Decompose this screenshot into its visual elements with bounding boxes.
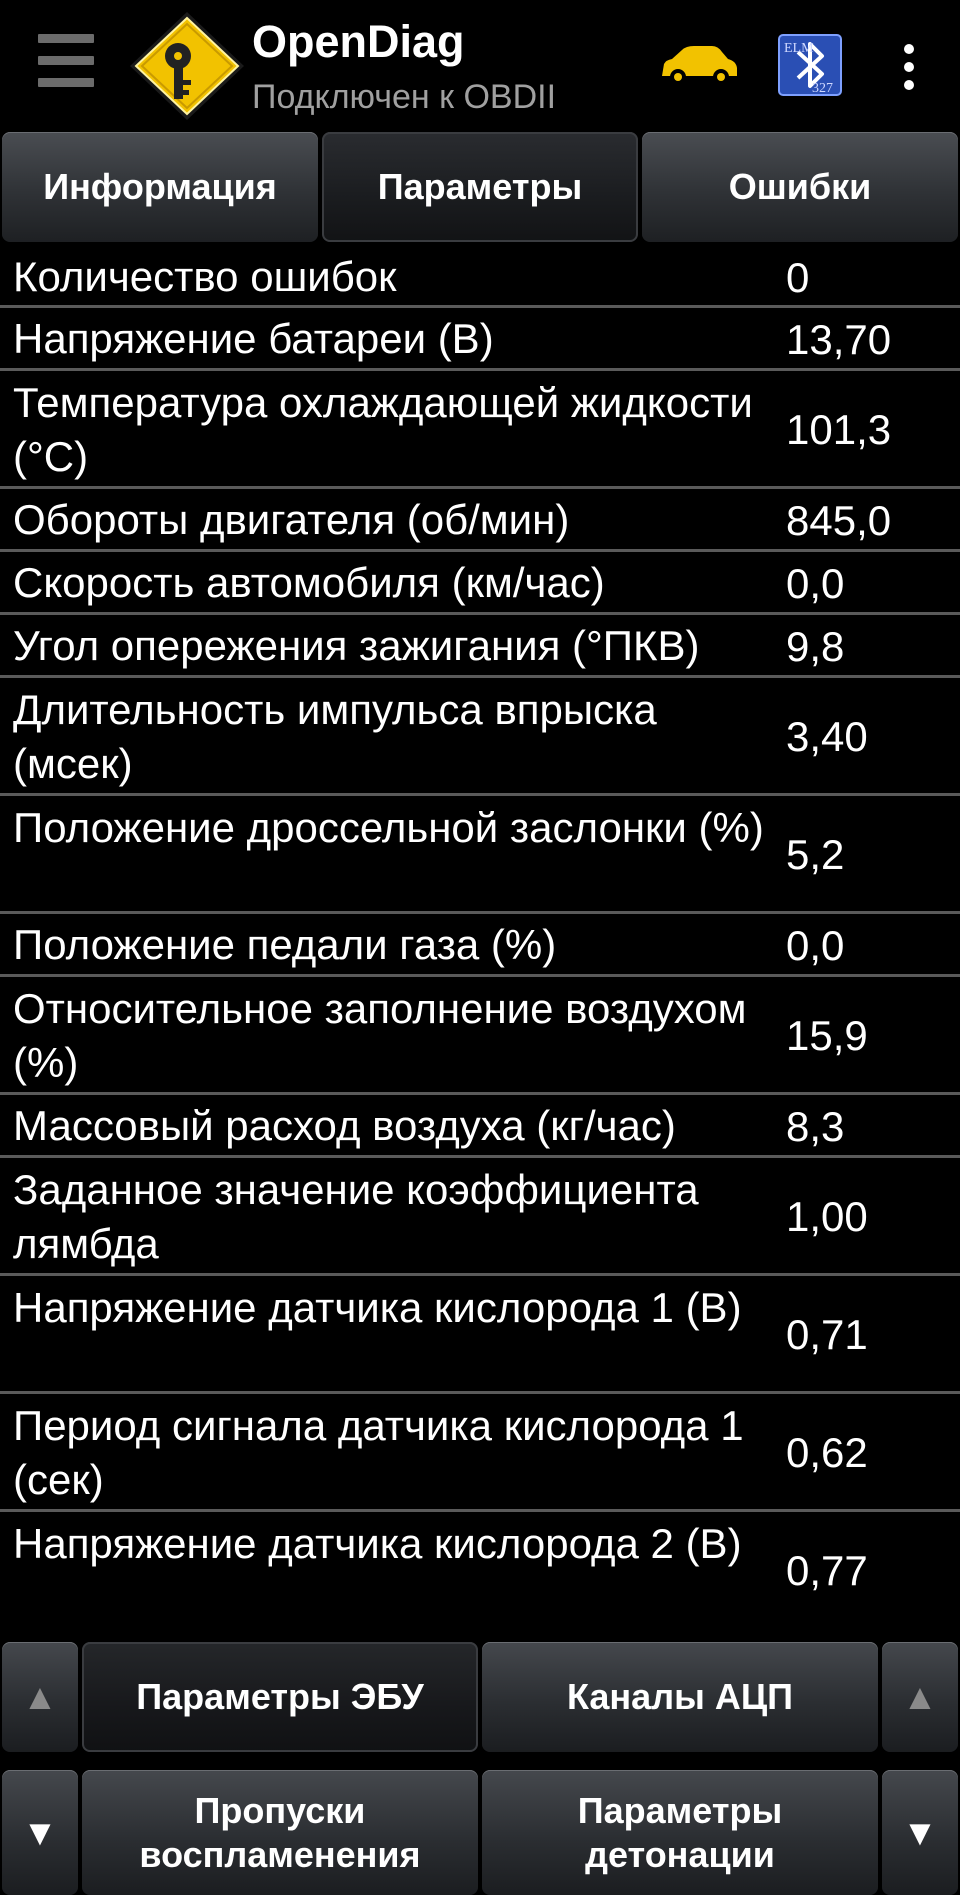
param-name: Напряжение датчика кислорода 2 (В) bbox=[13, 1520, 742, 1567]
param-value: 0,62 bbox=[786, 1429, 868, 1476]
parameter-list[interactable]: Количество ошибок 0 Напряжение батареи (… bbox=[0, 246, 960, 1630]
param-name: Длительность импульса впрыска (мсек) bbox=[13, 686, 657, 787]
param-row: Скорость автомобиля (км/час) 0,0 bbox=[0, 552, 960, 615]
param-name: Относительное заполнение воздухом (%) bbox=[13, 985, 747, 1086]
param-row: Угол опережения зажигания (°ПКВ) 9,8 bbox=[0, 615, 960, 678]
param-name: Положение педали газа (%) bbox=[13, 921, 557, 968]
param-row: Напряжение датчика кислорода 2 (В) 0,77 bbox=[0, 1512, 960, 1630]
param-row: Длительность импульса впрыска (мсек) 3,4… bbox=[0, 678, 960, 796]
knock-params-button[interactable]: Параметры детонации bbox=[482, 1770, 878, 1895]
tab-parameters[interactable]: Параметры bbox=[322, 132, 638, 242]
param-value: 0,0 bbox=[786, 560, 845, 607]
param-value: 0 bbox=[786, 254, 810, 301]
param-row: Напряжение батареи (В) 13,70 bbox=[0, 308, 960, 371]
param-row: Температура охлаждающей жидкости (°С) 10… bbox=[0, 371, 960, 489]
param-name: Заданное значение коэффициента лямбда bbox=[13, 1166, 699, 1267]
param-row: Заданное значение коэффициента лямбда 1,… bbox=[0, 1158, 960, 1276]
connection-status: Подключен к OBDII bbox=[252, 78, 557, 116]
param-row: Массовый расход воздуха (кг/час) 8,3 bbox=[0, 1095, 960, 1158]
scroll-down-right-button[interactable]: ▼ bbox=[882, 1770, 958, 1895]
param-name: Угол опережения зажигания (°ПКВ) bbox=[13, 622, 700, 669]
param-row: Положение педали газа (%) 0,0 bbox=[0, 914, 960, 977]
param-value: 5,2 bbox=[786, 831, 845, 878]
param-value: 1,00 bbox=[786, 1193, 868, 1240]
param-name: Массовый расход воздуха (кг/час) bbox=[13, 1102, 676, 1149]
param-name: Количество ошибок bbox=[13, 253, 397, 300]
param-row: Обороты двигателя (об/мин) 845,0 bbox=[0, 489, 960, 552]
scroll-up-right-button[interactable]: ▲ bbox=[882, 1642, 958, 1752]
misfires-button[interactable]: Пропуски воспламенения bbox=[82, 1770, 478, 1895]
param-name: Напряжение датчика кислорода 1 (В) bbox=[13, 1284, 742, 1331]
param-value: 0,0 bbox=[786, 922, 845, 969]
down-arrow-icon: ▼ bbox=[22, 1811, 58, 1853]
adc-channels-button[interactable]: Каналы АЦП bbox=[482, 1642, 878, 1752]
down-arrow-icon: ▼ bbox=[902, 1811, 938, 1853]
opendiag-logo bbox=[130, 12, 244, 120]
param-value: 845,0 bbox=[786, 497, 892, 544]
tab-information[interactable]: Информация bbox=[2, 132, 318, 242]
bottom-nav: ▲ Параметры ЭБУ Каналы АЦП ▲ ▼ Пропуски … bbox=[0, 1640, 960, 1895]
overflow-menu-icon[interactable] bbox=[894, 40, 922, 96]
svg-text:327: 327 bbox=[812, 81, 833, 96]
scroll-down-left-button[interactable]: ▼ bbox=[2, 1770, 78, 1895]
param-name: Период сигнала датчика кислорода 1 (сек) bbox=[13, 1402, 744, 1503]
tab-errors[interactable]: Ошибки bbox=[642, 132, 958, 242]
param-value: 15,9 bbox=[786, 1012, 868, 1059]
param-name: Обороты двигателя (об/мин) bbox=[13, 496, 570, 543]
param-name: Скорость автомобиля (км/час) bbox=[13, 559, 605, 606]
param-value: 9,8 bbox=[786, 623, 845, 670]
car-icon[interactable] bbox=[658, 40, 740, 88]
param-name: Температура охлаждающей жидкости (°С) bbox=[13, 379, 753, 480]
param-row: Напряжение датчика кислорода 1 (В) 0,71 bbox=[0, 1276, 960, 1394]
param-name: Напряжение батареи (В) bbox=[13, 315, 494, 362]
param-row: Относительное заполнение воздухом (%) 15… bbox=[0, 977, 960, 1095]
svg-text:ELM: ELM bbox=[784, 41, 814, 56]
param-value: 0,77 bbox=[786, 1547, 868, 1594]
app-bar: OpenDiag Подключен к OBDII ELM 327 bbox=[0, 0, 960, 132]
up-arrow-icon: ▲ bbox=[902, 1676, 938, 1717]
param-value: 8,3 bbox=[786, 1103, 845, 1150]
up-arrow-icon: ▲ bbox=[22, 1676, 58, 1717]
param-row: Период сигнала датчика кислорода 1 (сек)… bbox=[0, 1394, 960, 1512]
scroll-up-left-button[interactable]: ▲ bbox=[2, 1642, 78, 1752]
param-value: 101,3 bbox=[786, 406, 892, 453]
param-value: 0,71 bbox=[786, 1311, 868, 1358]
param-row: Положение дроссельной заслонки (%) 5,2 bbox=[0, 796, 960, 914]
menu-icon[interactable] bbox=[38, 34, 98, 94]
tab-bar: Информация Параметры Ошибки bbox=[0, 132, 960, 244]
param-row: Количество ошибок 0 bbox=[0, 246, 960, 308]
param-name: Положение дроссельной заслонки (%) bbox=[13, 804, 764, 851]
param-value: 3,40 bbox=[786, 713, 868, 760]
param-value: 13,70 bbox=[786, 316, 892, 363]
ecu-params-button[interactable]: Параметры ЭБУ bbox=[82, 1642, 478, 1752]
app-title: OpenDiag bbox=[252, 16, 465, 67]
elm327-bluetooth-icon[interactable]: ELM 327 bbox=[778, 34, 842, 96]
